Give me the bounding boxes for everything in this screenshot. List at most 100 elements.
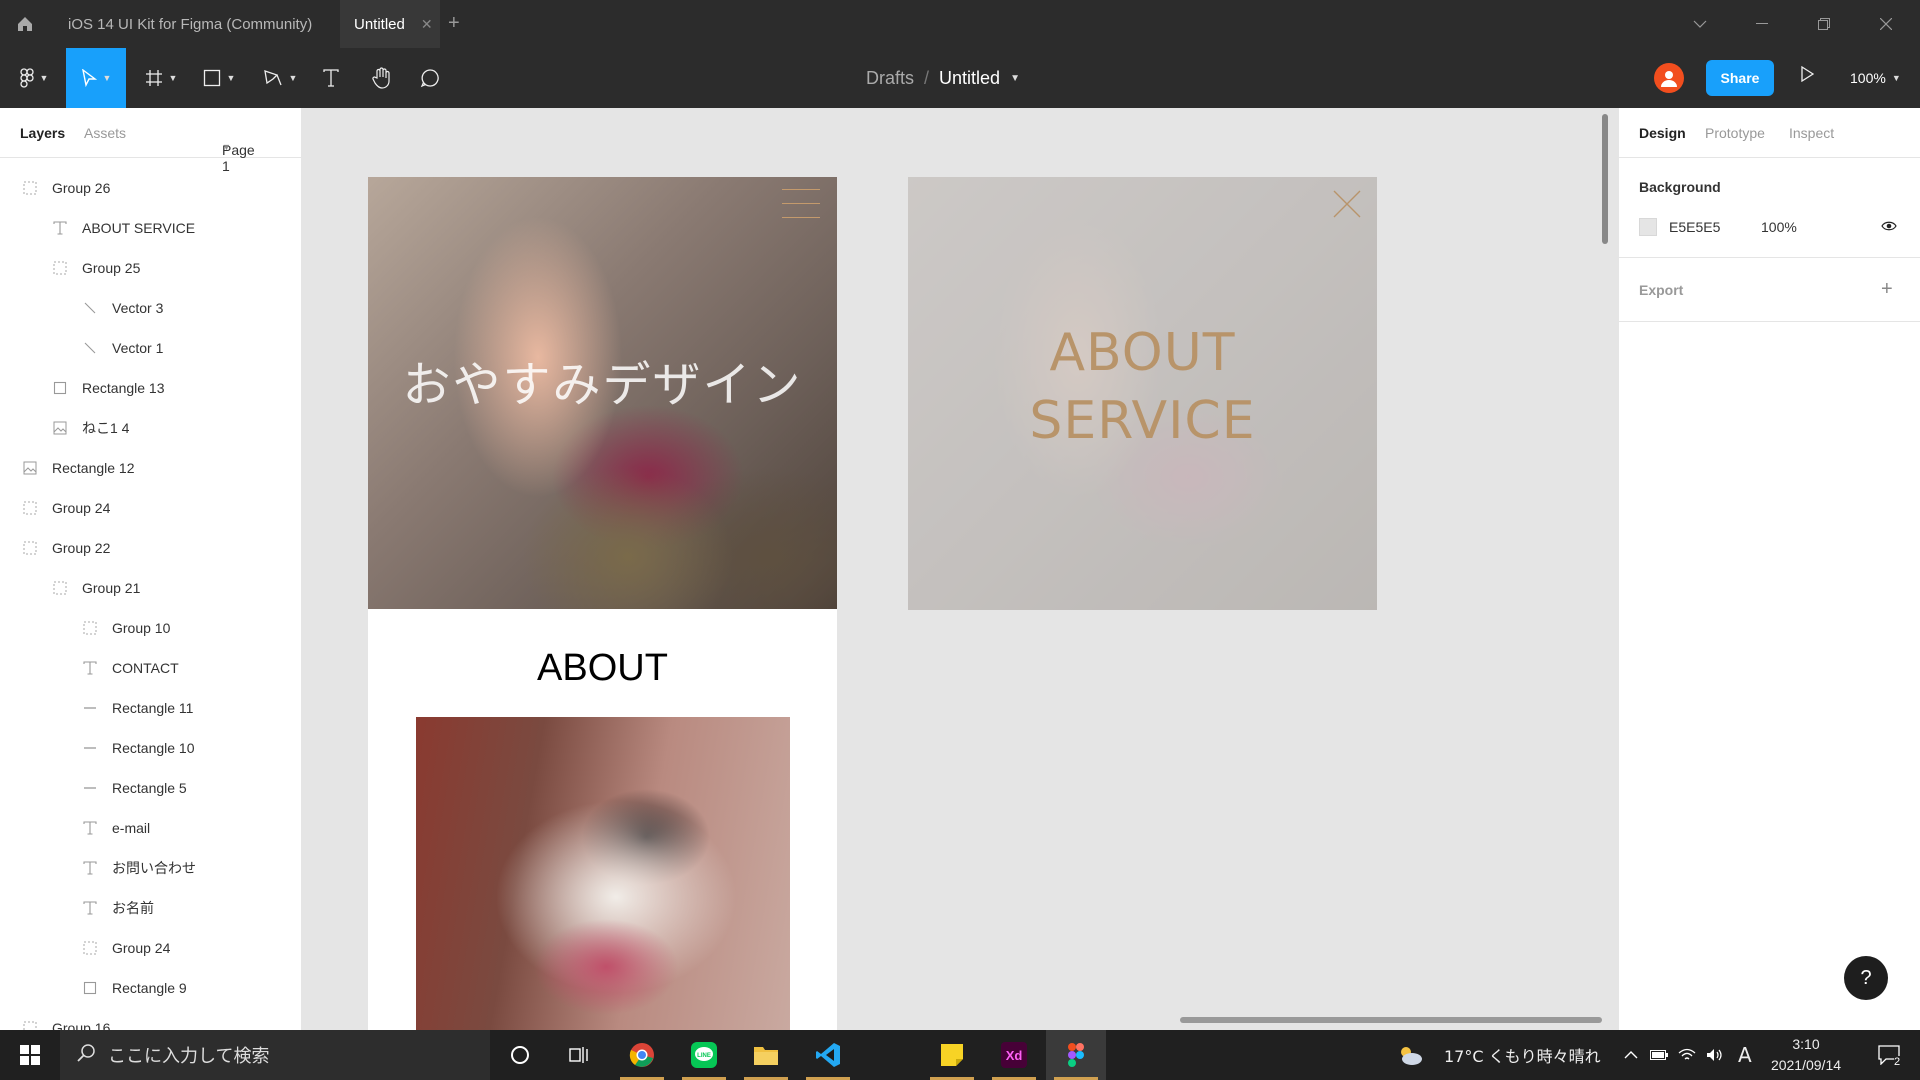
- layer-row[interactable]: Rectangle 9: [0, 968, 300, 1008]
- zoom-level: 100%: [1850, 70, 1886, 86]
- background-opacity-input[interactable]: 100%: [1761, 219, 1797, 235]
- frame-top-page[interactable]: おやすみデザイン ABOUT: [368, 177, 837, 1030]
- volume-icon[interactable]: [1700, 1030, 1730, 1080]
- comment-tool-button[interactable]: [410, 48, 450, 108]
- hamburger-icon[interactable]: [782, 187, 820, 219]
- toolbar: ▼ ▼ ▼ ▼ ▼ Drafts / Untitled ▼ Share 100%…: [0, 48, 1920, 108]
- layer-row[interactable]: Group 25: [0, 248, 300, 288]
- help-button[interactable]: ?: [1844, 956, 1888, 1000]
- play-icon[interactable]: [1800, 65, 1815, 85]
- close-icon[interactable]: [1332, 189, 1362, 222]
- tab-assets[interactable]: Assets: [84, 125, 126, 141]
- home-icon[interactable]: [12, 11, 38, 37]
- layer-row[interactable]: Vector 1: [0, 328, 300, 368]
- chevron-down-icon[interactable]: [1680, 0, 1720, 48]
- chevron-down-icon[interactable]: ▼: [1010, 73, 1020, 84]
- image-icon: [22, 460, 38, 476]
- cortana-icon[interactable]: [490, 1030, 550, 1080]
- vertical-scrollbar[interactable]: [1602, 114, 1608, 244]
- layer-row[interactable]: お問い合わせ: [0, 848, 300, 888]
- tab-untitled[interactable]: Untitled ✕: [340, 0, 440, 48]
- layer-row[interactable]: Group 21: [0, 568, 300, 608]
- chrome-icon[interactable]: [612, 1030, 672, 1080]
- layer-name: Vector 1: [112, 340, 164, 356]
- restore-icon[interactable]: [1804, 0, 1844, 48]
- frame-menu-overlay[interactable]: ABOUT SERVICE: [908, 177, 1377, 610]
- layer-row[interactable]: ABOUT SERVICE: [0, 208, 300, 248]
- sticky-notes-icon[interactable]: [922, 1030, 982, 1080]
- layer-row[interactable]: Group 10: [0, 608, 300, 648]
- pen-tool-button[interactable]: ▼: [254, 48, 306, 108]
- group-icon: [52, 580, 68, 596]
- battery-icon[interactable]: [1644, 1030, 1674, 1080]
- file-explorer-icon[interactable]: [736, 1030, 796, 1080]
- weather-text[interactable]: 17°C くもり時々晴れ: [1444, 1030, 1601, 1080]
- layer-row[interactable]: Rectangle 12: [0, 448, 300, 488]
- taskbar-search[interactable]: ここに入力して検索: [60, 1030, 490, 1080]
- system-clock[interactable]: 3:10 2021/09/14: [1766, 1034, 1846, 1076]
- frame-tool-button[interactable]: ▼: [136, 48, 186, 108]
- wifi-icon[interactable]: [1672, 1030, 1702, 1080]
- ime-indicator[interactable]: A: [1738, 1030, 1752, 1080]
- adobe-xd-icon[interactable]: Xd: [984, 1030, 1044, 1080]
- windows-start-icon[interactable]: [10, 1040, 50, 1070]
- eye-icon[interactable]: [1881, 219, 1897, 235]
- notification-icon[interactable]: 2: [1864, 1030, 1914, 1080]
- clock-date: 2021/09/14: [1770, 1057, 1842, 1073]
- vscode-icon[interactable]: [798, 1030, 858, 1080]
- windows-taskbar: ここに入力して検索 LINE Xd 17°C くもり時々晴れ A 3:10 20…: [0, 1030, 1920, 1080]
- canvas[interactable]: おやすみデザイン ABOUT ABOUT SERVICE: [302, 108, 1618, 1030]
- layer-row[interactable]: Rectangle 5: [0, 768, 300, 808]
- layer-row[interactable]: e-mail: [0, 808, 300, 848]
- figma-menu-icon[interactable]: ▼: [12, 48, 56, 108]
- close-window-icon[interactable]: [1866, 0, 1906, 48]
- yawning-cat-photo[interactable]: [416, 717, 790, 1030]
- text-tool-button[interactable]: [314, 48, 348, 108]
- layer-row[interactable]: ねこ1 4: [0, 408, 300, 448]
- search-placeholder: ここに入力して検索: [108, 1046, 270, 1067]
- file-name[interactable]: Untitled: [939, 68, 1000, 89]
- background-hex-input[interactable]: E5E5E5: [1669, 219, 1720, 235]
- layer-row[interactable]: Vector 3: [0, 288, 300, 328]
- group-icon: [22, 1020, 38, 1030]
- tab-design[interactable]: Design: [1639, 125, 1686, 141]
- shape-tool-button[interactable]: ▼: [194, 48, 244, 108]
- tab-prototype[interactable]: Prototype: [1705, 125, 1765, 141]
- weather-icon[interactable]: [1390, 1030, 1430, 1080]
- layer-row[interactable]: Rectangle 11: [0, 688, 300, 728]
- figma-app-icon[interactable]: [1046, 1030, 1106, 1080]
- horizontal-scrollbar[interactable]: [1180, 1017, 1602, 1023]
- breadcrumb-drafts[interactable]: Drafts: [866, 68, 914, 89]
- layer-row[interactable]: Group 26: [0, 168, 300, 208]
- new-tab-icon[interactable]: +: [448, 12, 460, 35]
- layer-row[interactable]: CONTACT: [0, 648, 300, 688]
- hero-title: おやすみデザイン: [402, 357, 803, 413]
- layer-row[interactable]: Group 16: [0, 1008, 300, 1030]
- layer-row[interactable]: お名前: [0, 888, 300, 928]
- close-tab-icon[interactable]: ✕: [421, 16, 433, 33]
- share-button[interactable]: Share: [1706, 60, 1774, 96]
- zoom-dropdown[interactable]: 100% ▼: [1850, 48, 1901, 108]
- hero-cat-photo[interactable]: おやすみデザイン: [368, 177, 837, 609]
- minimize-icon[interactable]: [1742, 0, 1782, 48]
- tab-ios-ui-kit[interactable]: iOS 14 UI Kit for Figma (Community): [54, 0, 336, 48]
- tab-layers[interactable]: Layers: [20, 125, 65, 141]
- layer-row[interactable]: Rectangle 13: [0, 368, 300, 408]
- background-color-swatch[interactable]: [1639, 218, 1657, 236]
- layer-row[interactable]: Group 24: [0, 488, 300, 528]
- add-export-icon[interactable]: +: [1881, 278, 1893, 301]
- hand-tool-button[interactable]: [362, 48, 402, 108]
- layer-row[interactable]: Group 24: [0, 928, 300, 968]
- line-icon: [82, 740, 98, 756]
- task-view-icon[interactable]: [550, 1030, 610, 1080]
- layers-panel: Layers Assets Page 1 ▼ Group 26 ABOUT SER…: [0, 108, 302, 1030]
- vector-icon: [82, 300, 98, 316]
- layer-row[interactable]: Group 22: [0, 528, 300, 568]
- tab-inspect[interactable]: Inspect: [1789, 125, 1834, 141]
- line-app-icon[interactable]: LINE: [674, 1030, 734, 1080]
- avatar[interactable]: [1654, 63, 1684, 93]
- move-tool-button[interactable]: ▼: [66, 48, 126, 108]
- export-section-title: Export: [1639, 282, 1684, 298]
- layer-row[interactable]: Rectangle 10: [0, 728, 300, 768]
- chevron-up-icon[interactable]: [1616, 1030, 1646, 1080]
